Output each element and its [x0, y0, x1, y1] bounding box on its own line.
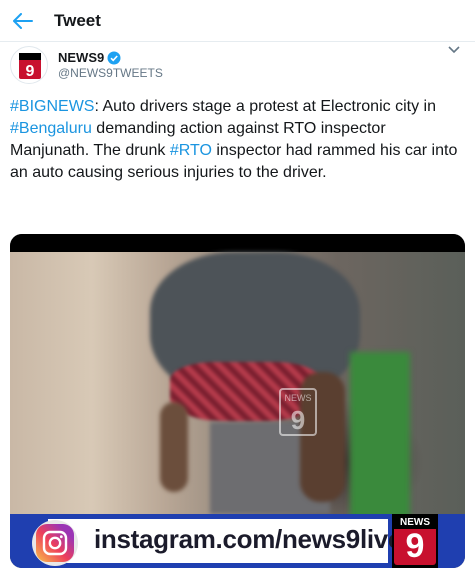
svg-text:9: 9 [291, 405, 305, 435]
author-handle: @NEWS9TWEETS [58, 66, 163, 80]
news9-logo-icon: 9 [19, 53, 41, 80]
person-arm [160, 402, 188, 492]
tweet-text: #BIGNEWS: Auto drivers stage a protest a… [10, 96, 468, 184]
video-frame: NEWS 9 [10, 252, 465, 522]
hashtag-bengaluru[interactable]: #Bengaluru [10, 120, 92, 137]
news9-logo: NEWS 9 [392, 514, 438, 568]
back-button[interactable] [10, 8, 36, 34]
instagram-icon [32, 520, 78, 566]
page-title: Tweet [54, 11, 101, 30]
tweet-author: 9 NEWS9 @NEWS9TWEETS [10, 46, 465, 86]
background-green-object [350, 352, 410, 522]
author-name-text: NEWS9 [58, 50, 105, 65]
avatar[interactable]: 9 [10, 46, 48, 84]
hashtag-rto[interactable]: #RTO [170, 142, 212, 159]
svg-text:9: 9 [26, 63, 35, 80]
logo-number: 9 [405, 527, 425, 565]
video-banner: instagram.com/news9live NEWS 9 [10, 514, 465, 568]
chevron-down-icon [448, 46, 460, 54]
header-bar: Tweet [0, 0, 475, 42]
video-letterbox [10, 234, 465, 252]
tweet-media-video[interactable]: NEWS 9 instagram.com/news9live NEWS 9 [10, 234, 465, 568]
news9-watermark-icon: NEWS 9 [279, 388, 317, 436]
author-name[interactable]: NEWS9 [58, 50, 121, 65]
arrow-left-icon [13, 13, 33, 29]
verified-badge-icon [107, 51, 121, 64]
banner-url-text: instagram.com/news9live [94, 524, 403, 554]
tweet-text-part: : Auto drivers stage a protest at Electr… [94, 98, 436, 115]
more-options-button[interactable] [447, 46, 461, 62]
svg-text:NEWS: NEWS [285, 393, 312, 403]
hashtag-bignews[interactable]: #BIGNEWS [10, 98, 94, 115]
